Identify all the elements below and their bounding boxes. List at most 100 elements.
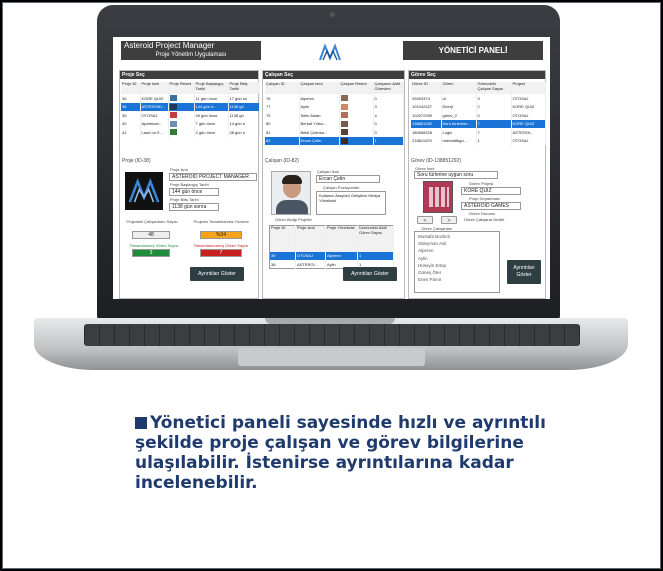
project-image (169, 95, 177, 102)
caption-line-2: şekilde proje çalışan ve görev bilgileri… (135, 433, 524, 453)
project-image (169, 120, 177, 127)
avatar (340, 112, 348, 119)
avatar (340, 120, 348, 127)
project-table[interactable]: Proje ID Proje İsmi Proje Resmi Proje Ba… (121, 82, 260, 137)
col-header[interactable]: Proje Yöneticisi (325, 225, 358, 252)
project-details-button[interactable]: Ayrıntıları Göster (190, 267, 244, 281)
list-item[interactable]: Enes Pamir (418, 276, 496, 283)
panel-title: YÖNETİCİ PANELİ (403, 41, 543, 60)
employee-position-field[interactable]: Kullanıcı Arayüzü Geliştirici Medya Yöne… (316, 191, 386, 215)
table-row[interactable]: 180658328 Login 7 ASTEROI... (411, 128, 546, 137)
table-row[interactable]: 81 Bekil Çetinka... 0 (265, 128, 404, 137)
col-header[interactable]: Proje Başlangıç Tarihi (194, 82, 229, 94)
table-row[interactable]: 101042427 Enerji 2 KORE QUIZ (411, 102, 546, 111)
task-name-field[interactable]: Soru türlerine uygun soru (414, 171, 498, 179)
table-row[interactable]: 29493374 UI 3 OTOSAJ (411, 94, 546, 103)
task-department-label: Proje Departmanı (469, 196, 501, 201)
laptop-hinge (265, 318, 395, 324)
table-row[interactable]: 218811029 redetddfkgd... 1 OTOSAJ (411, 136, 546, 145)
done-tasks-value: 3 (132, 249, 170, 257)
col-header[interactable]: Çalışan Resmi (339, 82, 374, 94)
employee-details-button[interactable]: Ayrıntıları Göster (343, 267, 397, 281)
task-department-field[interactable]: ASTEROID GAMES (461, 202, 521, 210)
task-members-list[interactable]: Mustafa Bozkırlı Süleyman Asil Alperen A… (414, 231, 500, 293)
app-header: Asteroid Project Manager Proje Yönetim U… (113, 37, 550, 70)
project-image-large (125, 172, 163, 210)
employee-select-header: Çalışan Seç (263, 71, 404, 79)
project-image (169, 112, 177, 119)
emp-count-label: Projedeki Çalışanların Sayısı (126, 219, 178, 224)
employee-position-label: Çalışan Pozisyonları (323, 185, 360, 190)
project-detail-title: Proje (ID-38) (122, 158, 151, 164)
table-row[interactable]: 41 Land on E... 2 gün önce 38 gün s (121, 128, 260, 137)
col-header[interactable]: Projesi (511, 82, 546, 94)
employee-name-field[interactable]: Ercan Çetin (316, 175, 380, 183)
laptop-keyboard (84, 324, 580, 346)
table-row[interactable]: 82 Ercan Çetin 1 (265, 136, 404, 145)
asteroid-logo-icon (319, 43, 341, 61)
caption-line-1: Yönetici paneli sayesinde hızlı ve ayrın… (150, 413, 546, 433)
table-row[interactable]: 76 Alperen 0 (265, 94, 404, 103)
table-row[interactable]: 39 OTOSAJ Alperen 1 (269, 251, 394, 260)
project-end-field[interactable]: 1138 gün sonra (169, 203, 219, 211)
table-row[interactable]: 77 Aylin 3 (265, 102, 404, 111)
project-panel: Proje Seç Proje ID Proje İsmi Proje Resm… (119, 70, 260, 299)
col-header[interactable]: Proje İsmi (140, 82, 169, 94)
next-image-button[interactable]: > (441, 216, 457, 224)
employee-detail-title: Çalışan (ID-82) (265, 158, 299, 164)
list-item[interactable]: Mustafa Bozkırlı (418, 233, 496, 240)
col-header[interactable]: Üzerindeki Aktif Görev Sayısı (357, 225, 394, 252)
table-row[interactable]: 36 KORE QUIZ 11 gün önce 17 gün sn (121, 94, 260, 103)
col-header[interactable]: Çalışan İsmi (299, 82, 340, 94)
task-status-value: Görev Çalışana Verildi. (464, 217, 505, 222)
task-detail-title: Görev (ID-138851292) (411, 158, 462, 164)
task-image (423, 181, 453, 213)
task-project-label: Görev Projesi (469, 181, 494, 186)
task-table[interactable]: Görev ID Görev Görevdeki Çalışan Sayısı … (411, 82, 546, 145)
col-header[interactable]: Görev ID (411, 82, 442, 94)
col-header[interactable]: Proje ID (121, 82, 141, 94)
table-row[interactable]: 79 Selin Aktan 4 (265, 111, 404, 120)
list-item[interactable]: Alperen (418, 247, 496, 254)
col-header[interactable]: Proje İsmi (295, 225, 326, 252)
col-header[interactable]: Görevdeki Çalışan Sayısı (476, 82, 512, 94)
col-header[interactable]: Proje Resmi (168, 82, 195, 94)
project-end-label: Proje Bitiş Tarihi (170, 197, 199, 202)
project-name-label: Proje İsmi (170, 167, 188, 172)
list-item[interactable]: Hüseyin Ertaş (418, 262, 496, 269)
open-tasks-label: Tamamlanmamış Görev Sayısı (193, 243, 249, 248)
table-row[interactable]: 102972399 görev_2 0 OTOSAJ (411, 111, 546, 120)
project-name-field[interactable]: ASTEROID PROJECT MANAGER (169, 173, 257, 181)
laptop-touchpad (238, 348, 425, 366)
list-item[interactable]: Güneş Öter (418, 269, 496, 276)
table-row[interactable]: 138851292 Soru türlerinin... 7 KORE QUIZ (411, 119, 546, 128)
table-row[interactable]: 80 Berkat Yıldız... 0 (265, 119, 404, 128)
employee-photo (271, 171, 311, 215)
employee-panel: Çalışan Seç Çalışan ID Çalışan İsmi Çalı… (262, 70, 405, 299)
table-row[interactable]: 40 Apartman... 7 gün önce 14 gün s (121, 119, 260, 128)
project-image (169, 129, 177, 136)
task-project-field[interactable]: KORE QUIZ (461, 187, 521, 195)
employee-table[interactable]: Çalışan ID Çalışan İsmi Çalışan Resmi Ça… (265, 82, 404, 145)
task-panel: Görev Seç Görev ID Görev Görevdeki Çalış… (408, 70, 546, 299)
caption-line-4: incelenebilir. (135, 473, 258, 493)
col-header[interactable]: Proje Bitiş Tarihi (228, 82, 260, 94)
list-item[interactable]: Aylin (418, 255, 496, 262)
col-header[interactable]: Çalışan ID (265, 82, 300, 94)
project-start-field[interactable]: 144 gün önce (169, 188, 219, 196)
col-header[interactable]: Proje ID (269, 225, 296, 252)
camera-icon (330, 12, 335, 17)
task-details-button[interactable]: Ayrıntıları Göster (507, 260, 541, 284)
employee-projects-table[interactable]: Proje ID Proje İsmi Proje Yöneticisi Üze… (269, 225, 394, 269)
bullet-square-icon (135, 417, 147, 429)
avatar (340, 137, 348, 144)
employee-projects-label: Görev Aldığı Projeler (275, 217, 312, 222)
col-header[interactable]: Görev (441, 82, 477, 94)
col-header[interactable]: Çalışanın Aktif Görevleri (373, 82, 404, 94)
list-item[interactable]: Süleyman Asil (418, 240, 496, 247)
prev-image-button[interactable]: < (417, 216, 433, 224)
emp-count-value: 48 (132, 231, 170, 239)
promo-caption: Yönetici paneli sayesinde hızlı ve ayrın… (135, 413, 555, 493)
table-row[interactable]: 38 ASTEROID... 144 gün ö... 1138 gü (121, 102, 260, 111)
table-row[interactable]: 39 OTOSAJ 49 gün önce 1138 gü (121, 111, 260, 120)
